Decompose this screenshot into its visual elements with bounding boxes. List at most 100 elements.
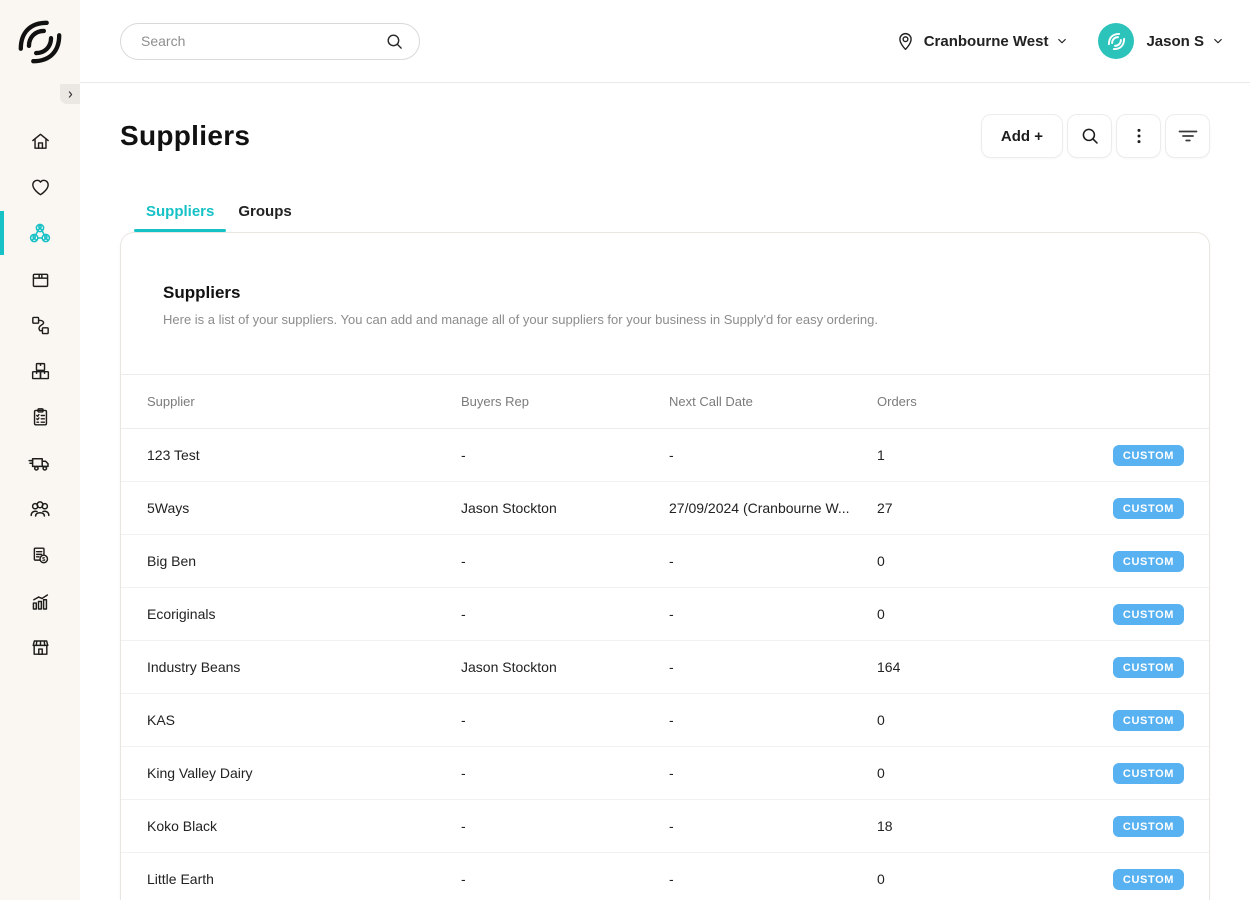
tab-bar: Suppliers Groups <box>134 203 1210 229</box>
tab-groups[interactable]: Groups <box>226 203 303 229</box>
next-call-date-cell: - <box>669 553 877 569</box>
column-header-supplier: Supplier <box>121 394 461 409</box>
supplier-name-cell: KAS <box>121 712 461 728</box>
topbar-right: Cranbourne West Jason S <box>895 23 1224 59</box>
search-input[interactable] <box>121 24 384 59</box>
custom-badge: CUSTOM <box>1113 869 1184 890</box>
supplier-name-cell: 123 Test <box>121 447 461 463</box>
sidebar-item-inventory[interactable] <box>0 348 80 394</box>
table-row[interactable]: Ecoriginals - - 0 CUSTOM <box>121 588 1209 641</box>
customers-people-icon <box>28 497 52 521</box>
custom-badge: CUSTOM <box>1113 551 1184 572</box>
table-row[interactable]: Big Ben - - 0 CUSTOM <box>121 535 1209 588</box>
buyers-rep-cell: - <box>461 447 669 463</box>
user-name: Jason S <box>1146 33 1204 50</box>
sidebar-collapse-button[interactable] <box>60 84 80 104</box>
tab-suppliers[interactable]: Suppliers <box>134 203 226 229</box>
sidebar-item-store[interactable] <box>0 624 80 670</box>
custom-badge: CUSTOM <box>1113 763 1184 784</box>
user-menu[interactable]: Jason S <box>1098 23 1224 59</box>
orders-cell: 164 <box>877 659 1111 675</box>
sidebar-item-customers[interactable] <box>0 486 80 532</box>
table-row[interactable]: 123 Test - - 1 CUSTOM <box>121 429 1209 482</box>
card-description: Here is a list of your suppliers. You ca… <box>163 313 1167 327</box>
table-row[interactable]: Industry Beans Jason Stockton - 164 CUST… <box>121 641 1209 694</box>
next-call-date-cell: - <box>669 447 877 463</box>
badge-cell: CUSTOM <box>1113 710 1211 731</box>
custom-badge: CUSTOM <box>1113 816 1184 837</box>
add-button[interactable]: Add + <box>981 114 1063 158</box>
location-pin-icon <box>895 31 916 52</box>
orders-cell: 27 <box>877 500 1111 516</box>
table-row[interactable]: Little Earth - - 0 CUSTOM <box>121 853 1209 900</box>
sidebar: $ <box>0 0 80 900</box>
table-body: 123 Test - - 1 CUSTOM 5Ways Jason Stockt… <box>121 429 1209 900</box>
search-icon[interactable] <box>384 31 405 52</box>
global-search[interactable] <box>120 23 420 60</box>
supplier-name-cell: 5Ways <box>121 500 461 516</box>
reports-chart-icon <box>29 590 52 613</box>
next-call-date-cell: - <box>669 818 877 834</box>
invoice-dollar-icon: $ <box>29 544 52 567</box>
badge-cell: CUSTOM <box>1113 869 1211 890</box>
home-icon <box>29 130 52 153</box>
supplier-name-cell: Ecoriginals <box>121 606 461 622</box>
location-selector[interactable]: Cranbourne West <box>895 31 1069 52</box>
next-call-date-cell: - <box>669 871 877 887</box>
next-call-date-cell: 27/09/2024 (Cranbourne W... <box>669 500 877 516</box>
table-row[interactable]: Koko Black - - 18 CUSTOM <box>121 800 1209 853</box>
column-header-orders: Orders <box>877 394 1111 409</box>
sidebar-item-reports[interactable] <box>0 578 80 624</box>
badge-cell: CUSTOM <box>1113 551 1211 572</box>
badge-cell: CUSTOM <box>1113 445 1211 466</box>
more-options-button[interactable] <box>1116 114 1161 158</box>
sidebar-item-home[interactable] <box>0 118 80 164</box>
topbar: Cranbourne West Jason S <box>80 0 1250 83</box>
page-actions: Add + <box>981 114 1210 158</box>
custom-badge: CUSTOM <box>1113 710 1184 731</box>
app-logo[interactable] <box>0 0 80 84</box>
filter-button[interactable] <box>1165 114 1210 158</box>
sidebar-item-tasks[interactable] <box>0 394 80 440</box>
suppliers-network-icon <box>28 221 52 245</box>
table-search-button[interactable] <box>1067 114 1112 158</box>
next-call-date-cell: - <box>669 659 877 675</box>
sidebar-item-order-tracking[interactable] <box>0 302 80 348</box>
chevron-down-icon <box>1056 35 1068 47</box>
sidebar-item-favorites[interactable] <box>0 164 80 210</box>
supplier-name-cell: Industry Beans <box>121 659 461 675</box>
table-row[interactable]: King Valley Dairy - - 0 CUSTOM <box>121 747 1209 800</box>
sidebar-item-deliveries[interactable] <box>0 440 80 486</box>
supplyd-logo-icon <box>16 18 64 66</box>
next-call-date-cell: - <box>669 606 877 622</box>
storefront-icon <box>29 636 52 659</box>
buyers-rep-cell: - <box>461 818 669 834</box>
column-header-buyers-rep: Buyers Rep <box>461 394 669 409</box>
sidebar-item-invoices[interactable]: $ <box>0 532 80 578</box>
sidebar-item-products[interactable] <box>0 256 80 302</box>
kebab-menu-icon <box>1129 126 1149 146</box>
card-heading: Suppliers <box>163 282 1167 304</box>
custom-badge: CUSTOM <box>1113 657 1184 678</box>
buyers-rep-cell: Jason Stockton <box>461 659 669 675</box>
orders-cell: 0 <box>877 712 1111 728</box>
table-row[interactable]: 5Ways Jason Stockton 27/09/2024 (Cranbou… <box>121 482 1209 535</box>
inventory-boxes-icon <box>29 360 52 383</box>
filter-icon <box>1176 124 1200 148</box>
badge-cell: CUSTOM <box>1113 816 1211 837</box>
badge-cell: CUSTOM <box>1113 604 1211 625</box>
orders-cell: 0 <box>877 606 1111 622</box>
supplier-name-cell: Little Earth <box>121 871 461 887</box>
chevron-right-icon <box>66 90 75 99</box>
orders-cell: 0 <box>877 553 1111 569</box>
active-indicator <box>0 211 4 255</box>
page-header: Suppliers Add + <box>120 114 1210 158</box>
checklist-clipboard-icon <box>29 406 52 429</box>
order-route-icon <box>29 314 52 337</box>
orders-cell: 18 <box>877 818 1111 834</box>
table-row[interactable]: KAS - - 0 CUSTOM <box>121 694 1209 747</box>
delivery-truck-icon <box>28 451 52 475</box>
sidebar-item-suppliers[interactable] <box>0 210 80 256</box>
main-content: Suppliers Add + <box>80 83 1250 900</box>
buyers-rep-cell: - <box>461 712 669 728</box>
